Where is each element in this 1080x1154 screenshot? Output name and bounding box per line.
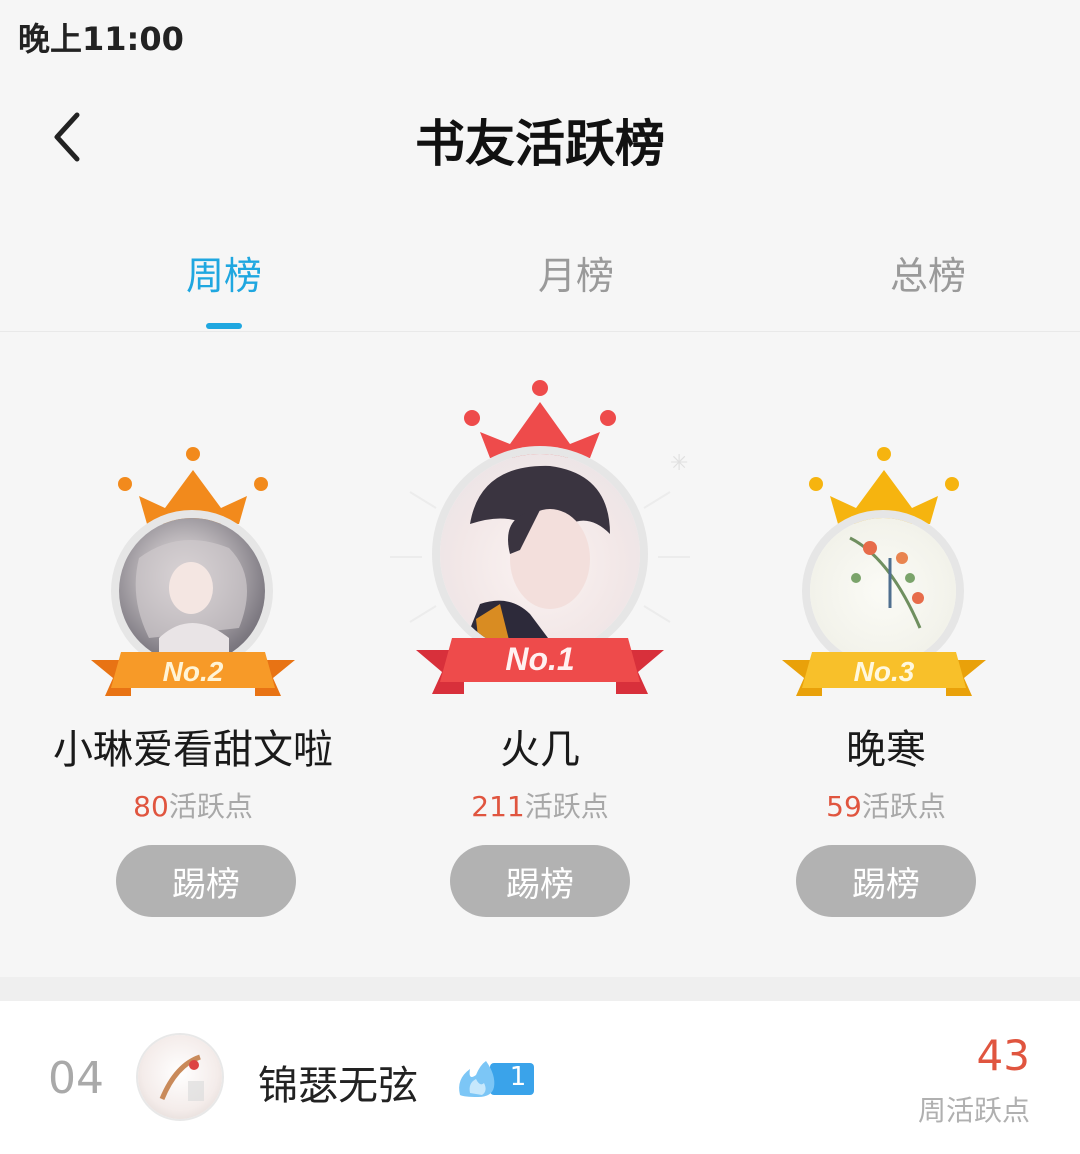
tab-monthly[interactable]: 月榜 bbox=[456, 245, 696, 300]
crown-icon bbox=[464, 380, 616, 458]
rank-label: No.1 bbox=[505, 641, 574, 677]
podium-card-rank-3: No.3 晚寒 59活跃点 踢榜 bbox=[706, 332, 1066, 977]
section-divider bbox=[0, 977, 1080, 1001]
rank-label: No.3 bbox=[854, 656, 915, 687]
user-name[interactable]: 火几 bbox=[360, 717, 720, 775]
ranking-list: 04 锦瑟无弦 1 43 周活跃点 bbox=[0, 1001, 1080, 1154]
tab-total[interactable]: 总榜 bbox=[808, 245, 1048, 300]
fan-level-badge: 1 bbox=[456, 1059, 536, 1097]
score-label: 周活跃点 bbox=[917, 1094, 1030, 1127]
rank-number: 04 bbox=[48, 1053, 104, 1104]
points-unit: 活跃点 bbox=[168, 790, 253, 823]
kick-button[interactable]: 踢榜 bbox=[796, 845, 976, 917]
points-value: 59 bbox=[826, 790, 862, 823]
points-value: 211 bbox=[471, 790, 525, 823]
user-name: 锦瑟无弦 bbox=[258, 1063, 418, 1109]
rank-label: No.2 bbox=[163, 656, 224, 687]
rank-ribbon: No.1 bbox=[416, 638, 664, 694]
avatar[interactable] bbox=[810, 518, 956, 664]
podium-card-rank-2: No.2 小琳爱看甜文啦 80活跃点 踢榜 bbox=[13, 332, 373, 977]
activity-points: 80活跃点 bbox=[13, 785, 373, 825]
user-name[interactable]: 小琳爱看甜文啦 bbox=[13, 717, 373, 775]
status-time: 晚上11:00 bbox=[18, 20, 184, 58]
crown-icon bbox=[118, 447, 268, 524]
points-unit: 活跃点 bbox=[524, 790, 609, 823]
fan-level: 1 bbox=[509, 1062, 527, 1092]
points-value: 80 bbox=[133, 790, 169, 823]
kick-button[interactable]: 踢榜 bbox=[116, 845, 296, 917]
rank-ribbon: No.3 bbox=[782, 652, 986, 696]
active-tab-indicator bbox=[206, 323, 242, 329]
podium-card-rank-1: ✳ No.1 火几 211活跃点 踢榜 bbox=[360, 332, 720, 977]
kick-button[interactable]: 踢榜 bbox=[450, 845, 630, 917]
avatar[interactable] bbox=[440, 454, 640, 654]
user-name[interactable]: 晚寒 bbox=[706, 717, 1066, 775]
activity-points: 59活跃点 bbox=[706, 785, 1066, 825]
tab-weekly[interactable]: 周榜 bbox=[104, 245, 344, 300]
avatar[interactable] bbox=[138, 1035, 222, 1119]
tab-bar: 周榜 月榜 总榜 bbox=[0, 205, 1080, 333]
points-unit: 活跃点 bbox=[861, 790, 946, 823]
avatar[interactable] bbox=[119, 518, 265, 664]
score-value: 43 bbox=[976, 1031, 1030, 1080]
activity-points: 211活跃点 bbox=[360, 785, 720, 825]
nav-bar: 书友活跃榜 bbox=[0, 72, 1080, 202]
rank-ribbon: No.2 bbox=[91, 652, 295, 696]
crown-icon bbox=[809, 447, 959, 524]
page-title: 书友活跃榜 bbox=[415, 115, 665, 173]
podium: No.2 小琳爱看甜文啦 80活跃点 踢榜 ✳ No.1 火几 211活跃点 踢… bbox=[0, 332, 1080, 977]
status-bar: 晚上11:00 bbox=[0, 0, 1080, 72]
